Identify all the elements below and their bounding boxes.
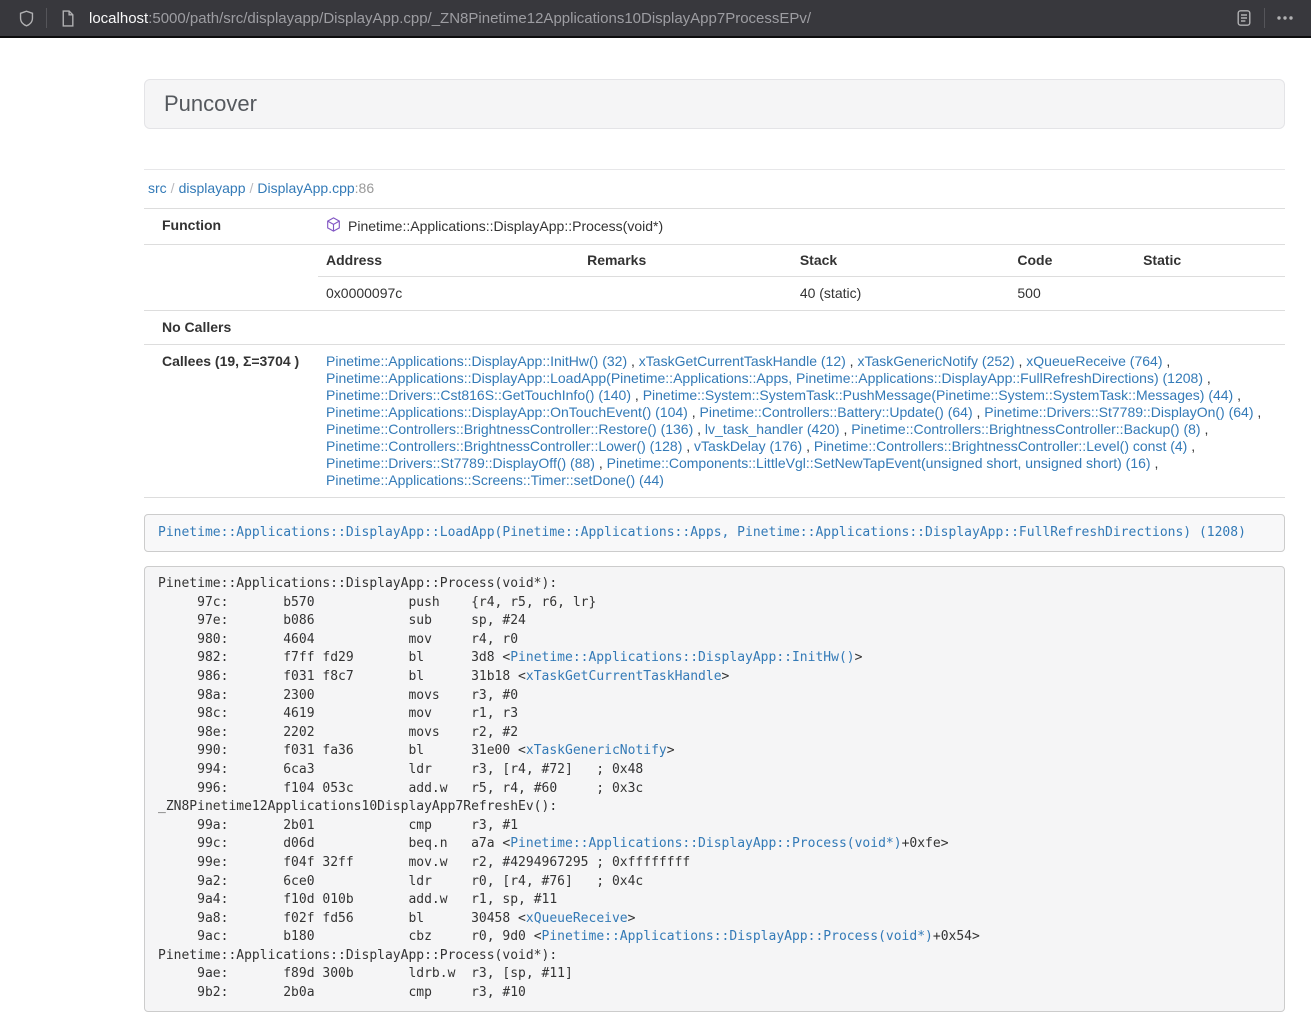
asm-symbol-link[interactable]: Pinetime::Applications::DisplayApp::Proc… [542,929,933,944]
code-value: 500 [1009,277,1135,311]
static-value [1135,277,1285,311]
breadcrumb: src/displayapp/DisplayApp.cpp:86 [148,178,1285,198]
callee-separator: , [840,421,852,437]
topbar-divider [1264,8,1265,28]
no-callers-row: No Callers [144,311,1285,345]
callee-separator: , [595,455,607,471]
asm-symbol-link[interactable]: xTaskGenericNotify [526,743,667,758]
function-name: Pinetime::Applications::DisplayApp::Proc… [348,218,663,235]
column-header-stack: Stack [792,245,1010,277]
address-value: 0x0000097c [318,277,579,311]
callee-separator: , [631,387,643,403]
url-host: localhost [89,10,148,27]
callee-link[interactable]: Pinetime::Applications::DisplayApp::Init… [326,353,627,369]
column-header-address: Address [318,245,579,277]
browser-topbar: localhost:5000/path/src/displayapp/Displ… [0,0,1311,38]
function-label: Function [144,209,318,245]
asm-symbol-link[interactable]: Pinetime::Applications::DisplayApp::Proc… [510,836,901,851]
callee-separator: , [693,421,705,437]
topbar-divider [46,8,47,28]
callee-link[interactable]: xTaskGenericNotify (252) [857,353,1014,369]
asm-symbol-link[interactable]: xQueueReceive [526,911,628,926]
callee-separator: , [1015,353,1027,369]
callee-separator: , [1187,438,1195,454]
callee-link[interactable]: Pinetime::Applications::DisplayApp::OnTo… [326,404,688,420]
callee-link[interactable]: xTaskGetCurrentTaskHandle (12) [639,353,846,369]
callee-link[interactable]: Pinetime::Components::LittleVgl::SetNewT… [607,455,1151,471]
callees-label: Callees (19, Σ=3704 ) [144,345,318,498]
callee-link[interactable]: vTaskDelay (176) [694,438,802,454]
breadcrumb-separator: / [246,180,258,196]
reader-mode-icon[interactable] [1230,4,1258,32]
shield-icon[interactable] [12,4,40,32]
callee-link[interactable]: Pinetime::Applications::Screens::Timer::… [326,472,664,488]
breadcrumb-link-file[interactable]: DisplayApp.cpp [257,180,354,196]
callee-link[interactable]: Pinetime::System::SystemTask::PushMessag… [643,387,1234,403]
callee-separator: , [688,404,700,420]
callee-separator: , [627,353,639,369]
remarks-value [579,277,792,311]
callee-separator: , [1254,404,1262,420]
callee-link[interactable]: lv_task_handler (420) [705,421,840,437]
callee-link[interactable]: Pinetime::Controllers::BrightnessControl… [326,421,693,437]
menu-ellipsis-icon[interactable] [1271,4,1299,32]
callee-separator: , [1201,421,1209,437]
callee-link[interactable]: Pinetime::Controllers::BrightnessControl… [814,438,1187,454]
highlighted-callee-link[interactable]: Pinetime::Applications::DisplayApp::Load… [158,525,1246,540]
detail-table: Address Remarks Stack Code Static 0x0000… [318,245,1285,310]
callee-link[interactable]: Pinetime::Drivers::St7789::DisplayOn() (… [984,404,1253,420]
callee-separator: , [973,404,985,420]
app-header: Puncover [144,79,1285,129]
callee-separator: , [1151,455,1159,471]
breadcrumb-separator: / [167,180,179,196]
column-header-code: Code [1009,245,1135,277]
callee-link[interactable]: Pinetime::Controllers::BrightnessControl… [326,438,682,454]
breadcrumb-link-displayapp[interactable]: displayapp [179,180,246,196]
callee-separator: , [802,438,814,454]
column-header-static: Static [1135,245,1285,277]
callee-link[interactable]: Pinetime::Applications::DisplayApp::Load… [326,370,1203,386]
divider [144,169,1285,170]
column-header-remarks: Remarks [579,245,792,277]
callee-separator: , [1162,353,1170,369]
breadcrumb-link-src[interactable]: src [148,180,167,196]
page-document-icon[interactable] [53,4,81,32]
url-bar[interactable]: localhost:5000/path/src/displayapp/Displ… [89,10,1230,27]
callee-link[interactable]: Pinetime::Drivers::St7789::DisplayOff() … [326,455,595,471]
stack-value: 40 (static) [792,277,1010,311]
asm-symbol-link[interactable]: Pinetime::Applications::DisplayApp::Init… [510,650,854,665]
callee-link[interactable]: Pinetime::Controllers::Battery::Update()… [700,404,973,420]
callee-link[interactable]: xQueueReceive (764) [1026,353,1162,369]
callee-separator: , [846,353,858,369]
callees-list: Pinetime::Applications::DisplayApp::Init… [318,345,1285,498]
assembly-listing: Pinetime::Applications::DisplayApp::Proc… [144,566,1285,1012]
callee-separator: , [682,438,694,454]
detail-values-row: 0x0000097c 40 (static) 500 [318,277,1285,311]
page-title: Puncover [164,92,1265,116]
breadcrumb-line-number: :86 [355,180,374,196]
asm-symbol-link[interactable]: xTaskGetCurrentTaskHandle [526,669,722,684]
symbol-cube-icon [326,217,341,236]
callee-link[interactable]: Pinetime::Drivers::Cst816S::GetTouchInfo… [326,387,631,403]
url-path: :5000/path/src/displayapp/DisplayApp.cpp… [148,10,811,27]
function-row: Function Pinetime::Applications::Display… [144,209,1285,245]
callee-separator: , [1233,387,1241,403]
page-container: Puncover src/displayapp/DisplayApp.cpp:8… [144,38,1285,1012]
highlighted-callee-box: Pinetime::Applications::DisplayApp::Load… [144,514,1285,552]
symbol-table: Function Pinetime::Applications::Display… [144,208,1285,498]
detail-row: Address Remarks Stack Code Static 0x0000… [144,245,1285,311]
callee-separator: , [1203,370,1211,386]
callees-row: Callees (19, Σ=3704 ) Pinetime::Applicat… [144,345,1285,498]
no-callers-label: No Callers [144,311,318,345]
callee-link[interactable]: Pinetime::Controllers::BrightnessControl… [851,421,1200,437]
